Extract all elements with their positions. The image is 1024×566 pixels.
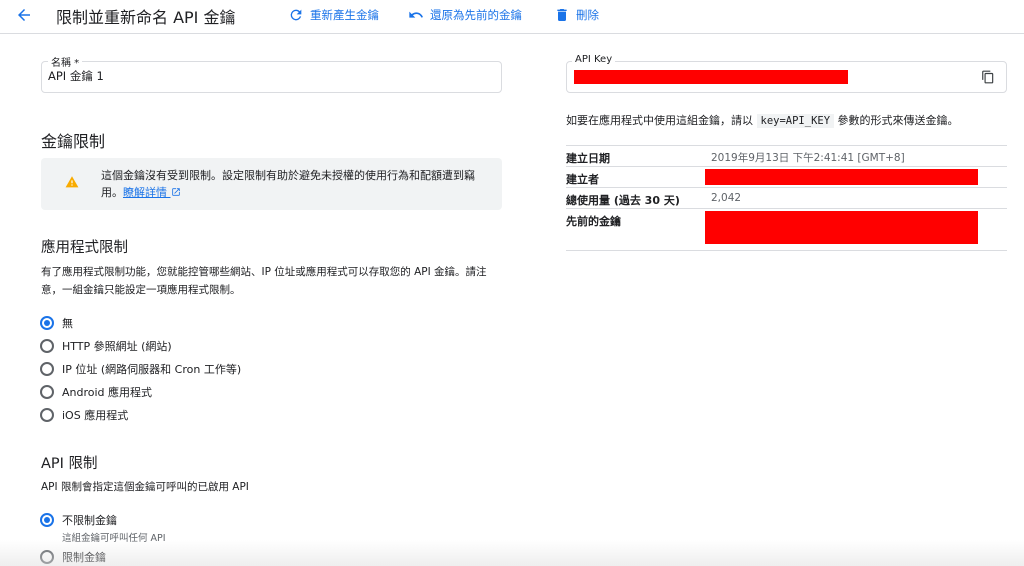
key-restriction-heading: 金鑰限制 <box>41 132 106 151</box>
usage-prefix: 如要在應用程式中使用這組金鑰，請以 <box>566 114 753 127</box>
previous-key-label: 先前的金鑰 <box>566 215 621 228</box>
api-key-label: API Key <box>572 54 616 65</box>
usage-value: 2,042 <box>711 192 742 204</box>
copy-key-button[interactable] <box>978 67 998 87</box>
usage-code: key=API_KEY <box>756 114 835 128</box>
revert-key-label: 還原為先前的金鑰 <box>430 8 522 22</box>
warning-text: 這個金鑰沒有受到限制。設定限制有助於避免未授權的使用行為和配額遭到竊用。瞭解詳情 <box>101 167 491 201</box>
arrow-back-icon <box>18 9 30 21</box>
radio-label: 無 <box>62 317 73 330</box>
radio-unselected[interactable] <box>40 408 54 422</box>
radio-label: IP 位址 (網路伺服器和 Cron 工作等) <box>62 363 242 376</box>
radio-selected[interactable] <box>40 316 54 330</box>
usage-instructions: 如要在應用程式中使用這組金鑰，請以 key=API_KEY 參數的形式來傳送金鑰… <box>566 112 959 130</box>
radio-unselected[interactable] <box>40 550 54 564</box>
learn-more-label: 瞭解詳情 <box>123 186 167 199</box>
open-in-new-icon <box>171 188 180 196</box>
created-value: 2019年9月13日 下午2:41:41 [GMT+8] <box>711 152 905 164</box>
delete-button[interactable]: 刪除 <box>554 5 599 25</box>
refresh-icon <box>290 9 302 21</box>
api-restriction-option-unrestricted[interactable]: 不限制金鑰 <box>40 511 117 529</box>
radio-unselected[interactable] <box>40 385 54 399</box>
info-row-creator: 建立者 <box>566 166 1007 187</box>
undo-icon <box>409 11 423 18</box>
app-restriction-option-ios[interactable]: iOS 應用程式 <box>40 406 128 424</box>
creator-label: 建立者 <box>566 173 599 186</box>
name-field-label: 名稱 * <box>48 54 83 69</box>
radio-label: 不限制金鑰 <box>62 514 117 527</box>
radio-label: Android 應用程式 <box>62 386 153 399</box>
regenerate-key-button[interactable]: 重新產生金鑰 <box>288 5 379 25</box>
usage-label: 總使用量 (過去 30 天) <box>566 194 680 207</box>
app-restriction-description: 有了應用程式限制功能，您就能控管哪些網站、IP 位址或應用程式可以存取您的 AP… <box>41 266 487 296</box>
radio-unselected[interactable] <box>40 362 54 376</box>
radio-label: HTTP 參照網址 (網站) <box>62 340 172 353</box>
radio-label: iOS 應用程式 <box>62 409 129 422</box>
api-key-value-redacted[interactable] <box>574 70 848 84</box>
radio-unselected[interactable] <box>40 339 54 353</box>
table-divider <box>566 250 1007 251</box>
info-row-created: 建立日期 2019年9月13日 下午2:41:41 [GMT+8] <box>566 145 1007 166</box>
creator-value-redacted <box>705 169 978 185</box>
app-restriction-option-android[interactable]: Android 應用程式 <box>40 383 152 401</box>
trash-icon <box>557 9 567 21</box>
app-restriction-option-none[interactable]: 無 <box>40 314 73 332</box>
created-label: 建立日期 <box>566 152 610 165</box>
back-button[interactable] <box>10 3 38 27</box>
regenerate-key-label: 重新產生金鑰 <box>310 8 379 22</box>
name-input[interactable] <box>48 69 488 83</box>
app-restriction-option-http[interactable]: HTTP 參照網址 (網站) <box>40 337 172 355</box>
unrestricted-warning: 這個金鑰沒有受到限制。設定限制有助於避免未授權的使用行為和配額遭到竊用。瞭解詳情 <box>41 158 502 210</box>
warning-icon <box>65 176 79 188</box>
previous-key-value-redacted <box>705 211 978 244</box>
app-restriction-option-ip[interactable]: IP 位址 (網路伺服器和 Cron 工作等) <box>40 360 241 378</box>
learn-more-link[interactable]: 瞭解詳情 <box>123 186 181 199</box>
api-restriction-option-restricted[interactable]: 限制金鑰 <box>40 548 106 566</box>
info-row-previous-key: 先前的金鑰 <box>566 208 1007 250</box>
page-title: 限制並重新命名 API 金鑰 <box>56 8 236 27</box>
delete-label: 刪除 <box>576 8 599 22</box>
api-restriction-description: API 限制會指定這個金鑰可呼叫的已啟用 API <box>41 481 249 493</box>
radio-label: 限制金鑰 <box>62 551 106 564</box>
copy-icon <box>982 70 994 84</box>
info-row-usage: 總使用量 (過去 30 天) 2,042 <box>566 187 1007 208</box>
app-restriction-heading: 應用程式限制 <box>41 240 128 256</box>
usage-suffix: 參數的形式來傳送金鑰。 <box>837 114 959 127</box>
top-bar: 限制並重新命名 API 金鑰 重新產生金鑰 還原為先前的金鑰 刪除 <box>0 0 1024 34</box>
api-restriction-heading: API 限制 <box>41 456 98 472</box>
radio-sublabel: 這組金鑰可呼叫任何 API <box>62 533 166 544</box>
radio-selected[interactable] <box>40 513 54 527</box>
revert-key-button[interactable]: 還原為先前的金鑰 <box>408 5 522 25</box>
